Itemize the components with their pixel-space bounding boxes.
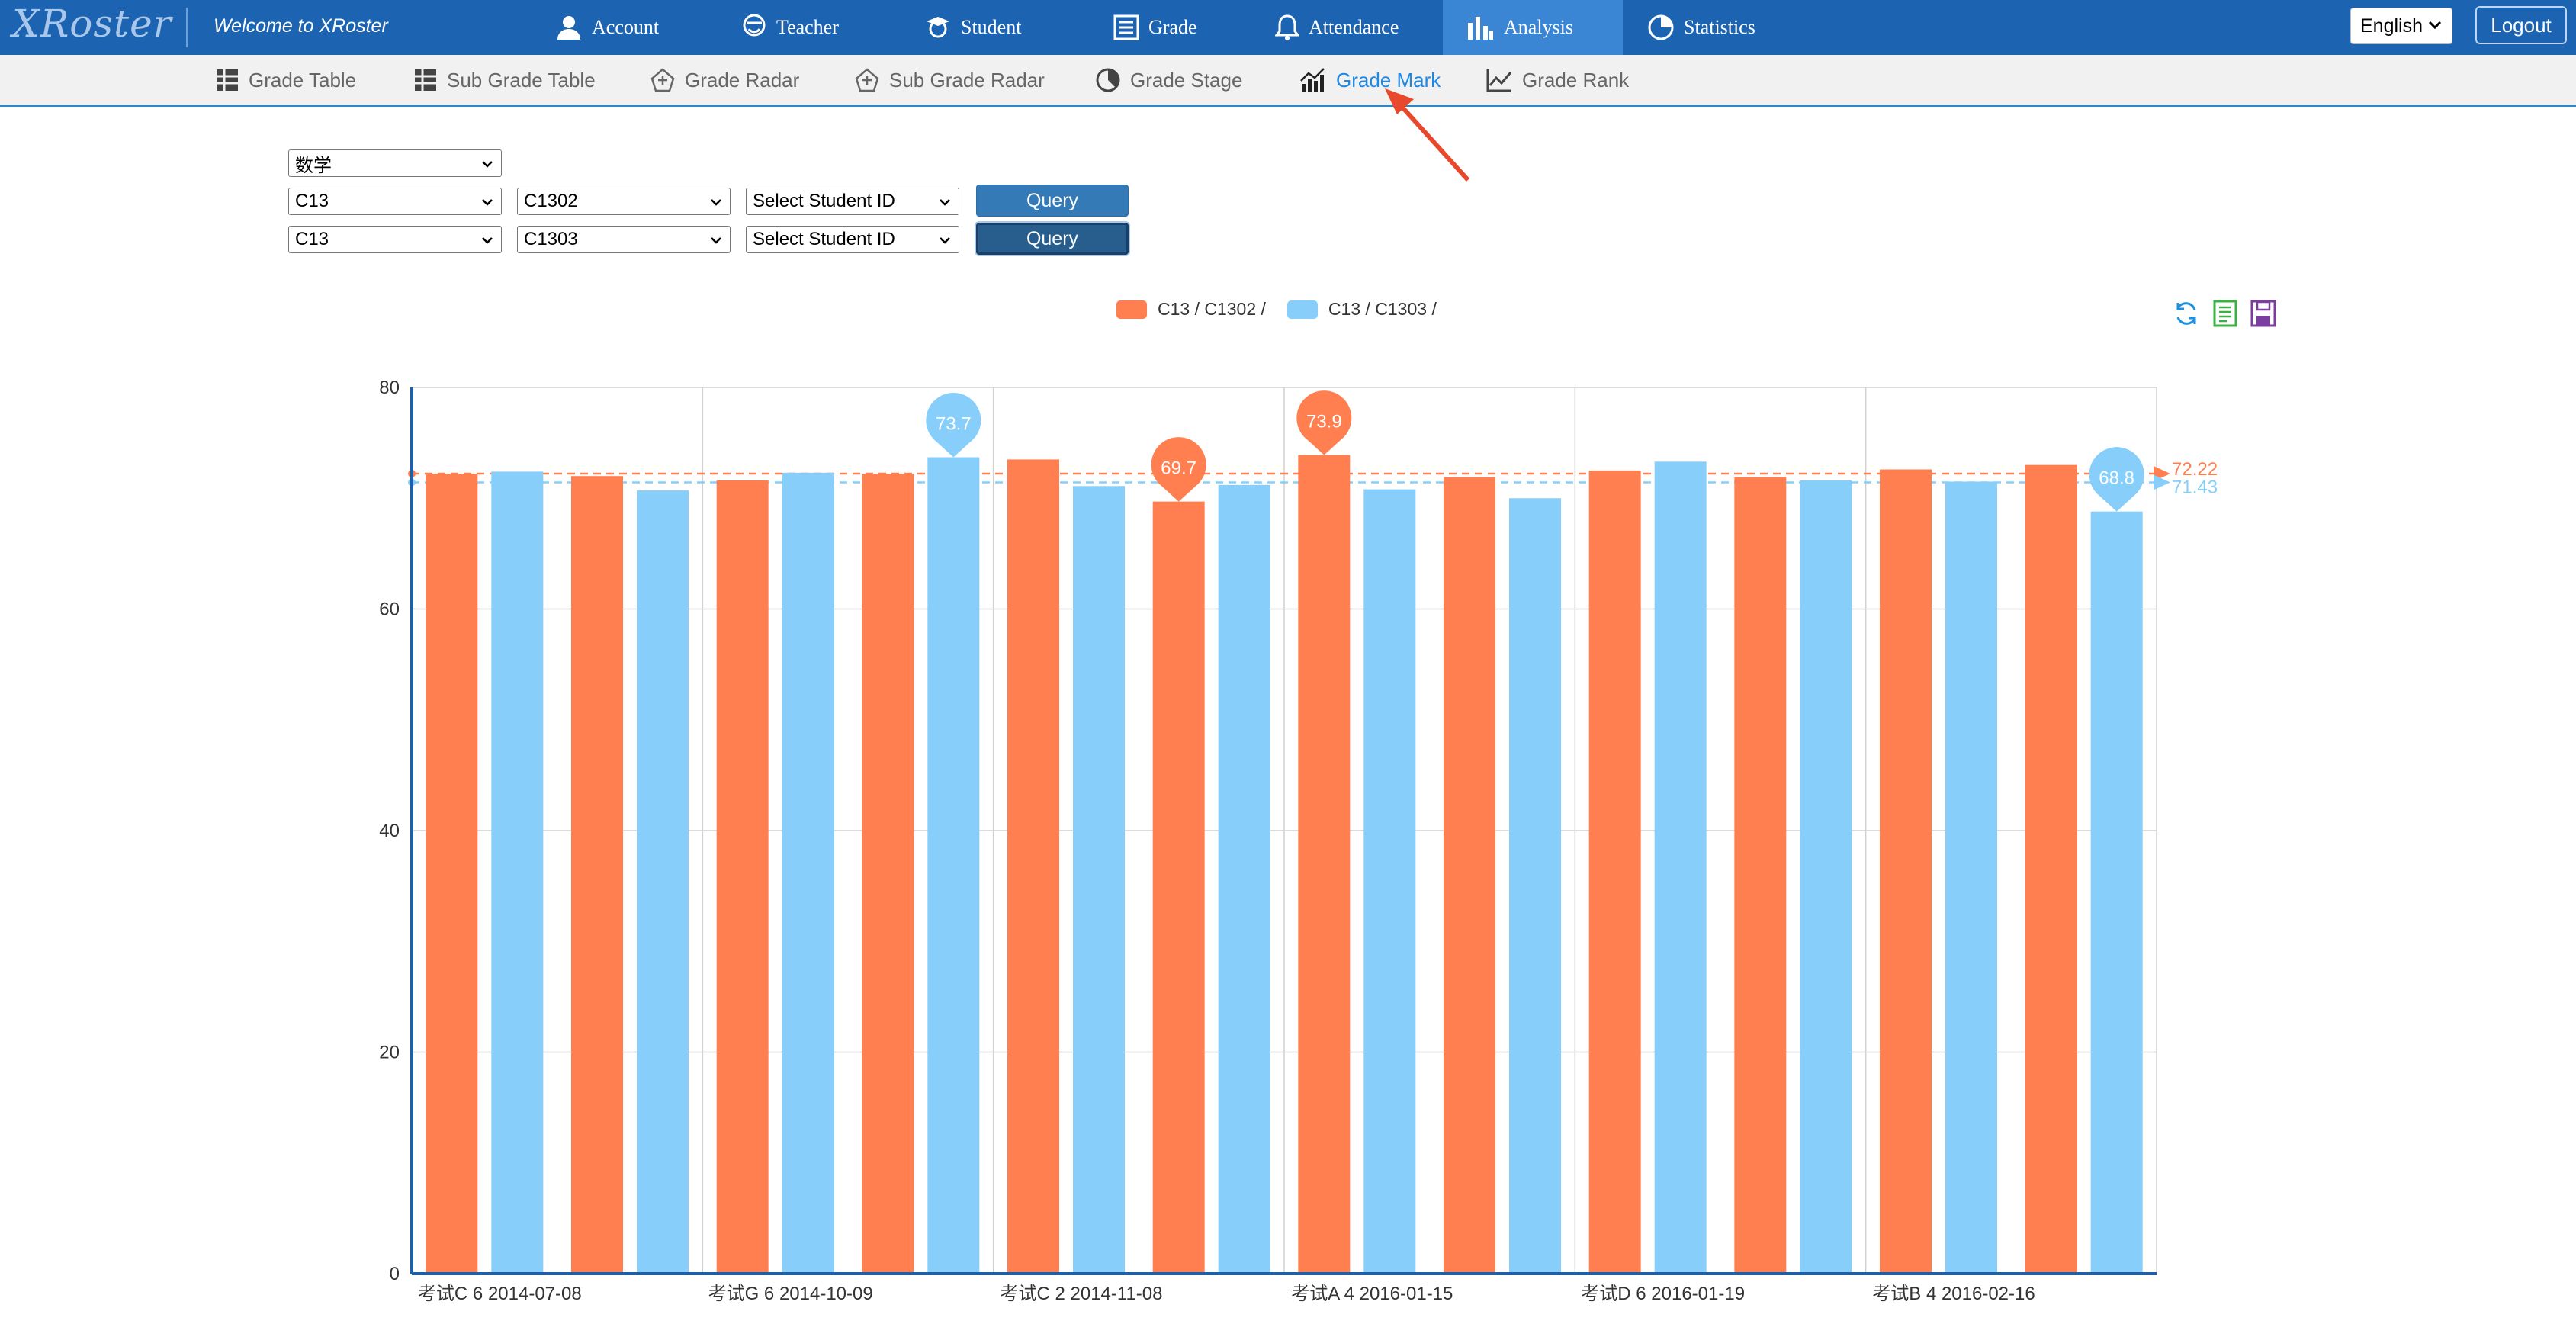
bar-2-12 — [2090, 511, 2143, 1274]
bar-1-11 — [1880, 469, 1932, 1274]
bar-2-1 — [491, 471, 544, 1274]
y-tick-label: 0 — [390, 1264, 400, 1284]
y-tick-label: 40 — [379, 821, 400, 841]
x-tick-label: 考试C 2 2014-11-08 — [1001, 1284, 1163, 1304]
average-label: 71.43 — [2172, 477, 2218, 497]
x-tick-label: 考试G 6 2014-10-09 — [708, 1284, 873, 1304]
value-pin-label: 73.9 — [1306, 412, 1342, 432]
bar-1-5 — [1007, 459, 1059, 1274]
value-pin-label: 68.8 — [2099, 468, 2134, 489]
y-tick-label: 80 — [379, 378, 400, 398]
x-tick-label: 考试B 4 2016-02-16 — [1872, 1284, 2035, 1304]
bar-1-10 — [1734, 477, 1787, 1274]
bar-2-8 — [1509, 498, 1561, 1274]
grade-mark-chart: 72.2271.43 73.969.773.768.8 020406080考试C… — [379, 378, 2218, 1304]
bar-2-7 — [1363, 489, 1416, 1274]
x-tick-label: 考试C 6 2014-07-08 — [418, 1284, 582, 1304]
bar-2-9 — [1654, 461, 1707, 1274]
bar-2-3 — [782, 472, 834, 1274]
bar-2-10 — [1800, 480, 1852, 1274]
bar-2-11 — [1945, 481, 1997, 1274]
bar-1-8 — [1444, 477, 1495, 1274]
bar-1-9 — [1588, 470, 1641, 1274]
bar-2-4 — [927, 457, 980, 1274]
bar-1-2 — [571, 476, 623, 1274]
x-tick-label: 考试D 6 2016-01-19 — [1581, 1284, 1745, 1304]
bar-1-1 — [426, 474, 478, 1274]
value-pin-label: 73.7 — [936, 414, 972, 435]
bar-2-6 — [1218, 484, 1270, 1274]
bar-1-3 — [716, 480, 769, 1274]
bar-2-5 — [1073, 486, 1125, 1274]
value-pin-label: 69.7 — [1161, 458, 1196, 479]
x-tick-label: 考试A 4 2016-01-15 — [1291, 1284, 1453, 1304]
y-tick-label: 20 — [379, 1043, 400, 1063]
bar-1-6 — [1152, 501, 1205, 1274]
bar-1-7 — [1298, 455, 1351, 1274]
bar-2-2 — [637, 490, 689, 1274]
bar-1-12 — [2025, 464, 2077, 1274]
bar-1-4 — [862, 474, 914, 1274]
y-tick-label: 60 — [379, 599, 400, 620]
